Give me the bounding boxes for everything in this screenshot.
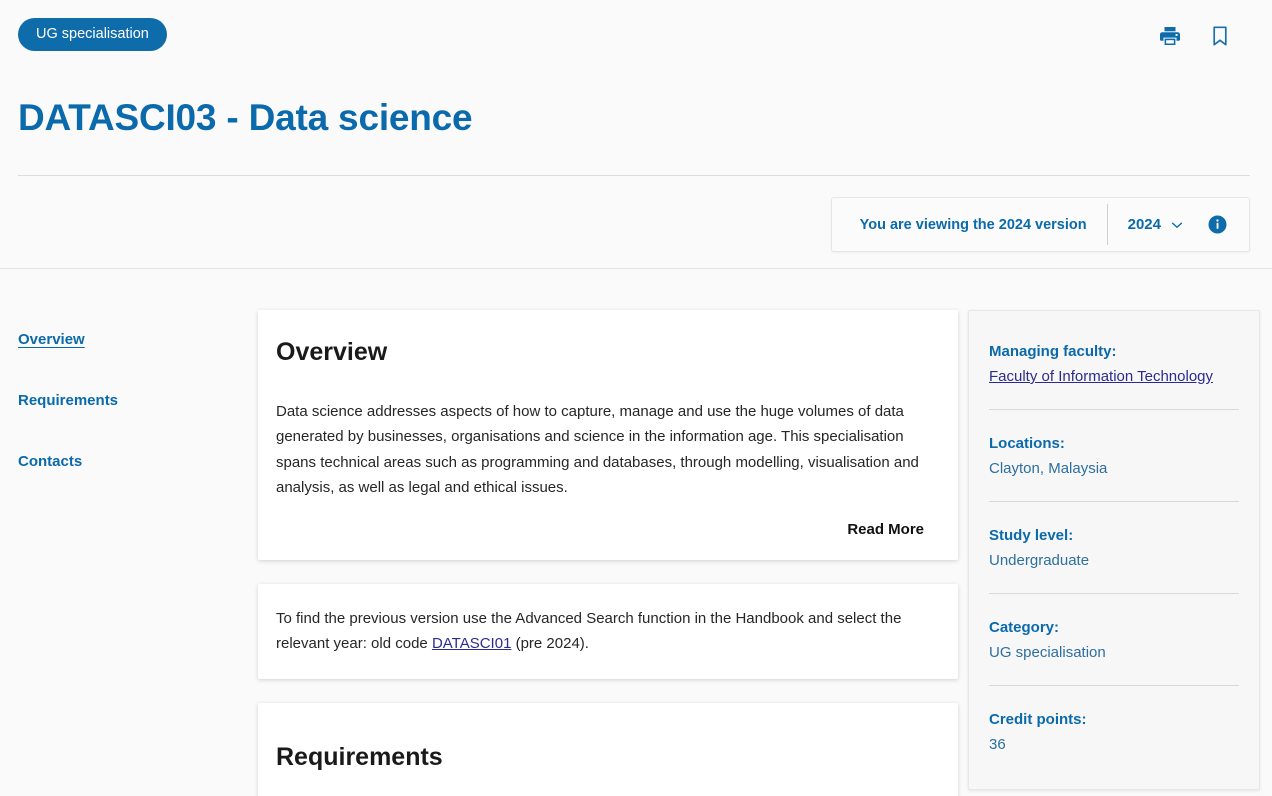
detail-study-level: Study level: Undergraduate xyxy=(989,501,1239,571)
bookmark-button[interactable] xyxy=(1208,24,1232,48)
printer-icon xyxy=(1160,27,1180,45)
detail-value: Clayton, Malaysia xyxy=(989,460,1108,477)
details-sidebar: Managing faculty: Faculty of Information… xyxy=(968,310,1260,790)
bookmark-icon xyxy=(1213,26,1227,46)
overview-body: Data science addresses aspects of how to… xyxy=(276,403,919,496)
requirements-card: Requirements 36 credit points Expand all xyxy=(258,702,958,796)
detail-locations: Locations: Clayton, Malaysia xyxy=(989,409,1239,479)
requirements-heading: Requirements xyxy=(276,742,443,771)
info-circle-icon xyxy=(1208,215,1227,234)
previous-version-note: To find the previous version use the Adv… xyxy=(276,606,924,657)
version-info-button[interactable] xyxy=(1208,215,1227,234)
previous-version-note-card: To find the previous version use the Adv… xyxy=(258,584,958,679)
detail-value: Undergraduate xyxy=(989,552,1090,569)
overview-card: Overview Data science addresses aspects … xyxy=(258,310,958,561)
detail-label: Locations: xyxy=(989,435,1065,452)
managing-faculty-link[interactable]: Faculty of Information Technology xyxy=(989,368,1213,385)
detail-label: Credit points: xyxy=(989,711,1087,728)
year-select-value: 2024 xyxy=(1127,216,1161,233)
header-action-group xyxy=(1158,18,1254,48)
section-navigation: Overview Requirements Contacts xyxy=(0,310,258,514)
detail-label: Category: xyxy=(989,619,1060,636)
detail-managing-faculty: Managing faculty: Faculty of Information… xyxy=(989,343,1239,387)
page-title: DATASCI03 - Data science xyxy=(18,97,473,138)
category-badge[interactable]: UG specialisation xyxy=(18,18,167,51)
version-bar-row: You are viewing the 2024 version 2024 xyxy=(0,176,1272,252)
sidebar-item-contacts[interactable]: Contacts xyxy=(18,453,258,470)
detail-credit-points: Credit points: 36 xyxy=(989,685,1239,755)
sidebar-item-requirements[interactable]: Requirements xyxy=(18,392,258,409)
version-message: You are viewing the 2024 version xyxy=(859,216,1087,233)
detail-label: Managing faculty: xyxy=(989,343,1117,360)
note-text-after: (pre 2024). xyxy=(511,635,589,653)
page-body: Overview Requirements Contacts Overview … xyxy=(0,269,1272,796)
detail-label: Study level: xyxy=(989,527,1074,544)
header-top-row: UG specialisation xyxy=(18,18,1254,51)
sidebar-item-overview[interactable]: Overview xyxy=(18,331,258,348)
read-more-button[interactable]: Read More xyxy=(847,521,924,538)
details-panel: Managing faculty: Faculty of Information… xyxy=(968,310,1260,790)
detail-category: Category: UG specialisation xyxy=(989,593,1239,663)
main-content-column: Overview Data science addresses aspects … xyxy=(258,310,958,796)
detail-value: 36 xyxy=(989,736,1006,753)
overview-heading: Overview xyxy=(276,338,388,366)
chevron-down-icon xyxy=(1171,222,1183,228)
old-code-link[interactable]: DATASCI01 xyxy=(432,635,511,652)
detail-value: UG specialisation xyxy=(989,644,1106,661)
print-button[interactable] xyxy=(1158,24,1182,48)
year-select[interactable]: 2024 xyxy=(1108,216,1202,233)
page-header: UG specialisation DATASCI03 - Data scien… xyxy=(0,0,1272,176)
version-banner: You are viewing the 2024 version 2024 xyxy=(830,197,1250,252)
